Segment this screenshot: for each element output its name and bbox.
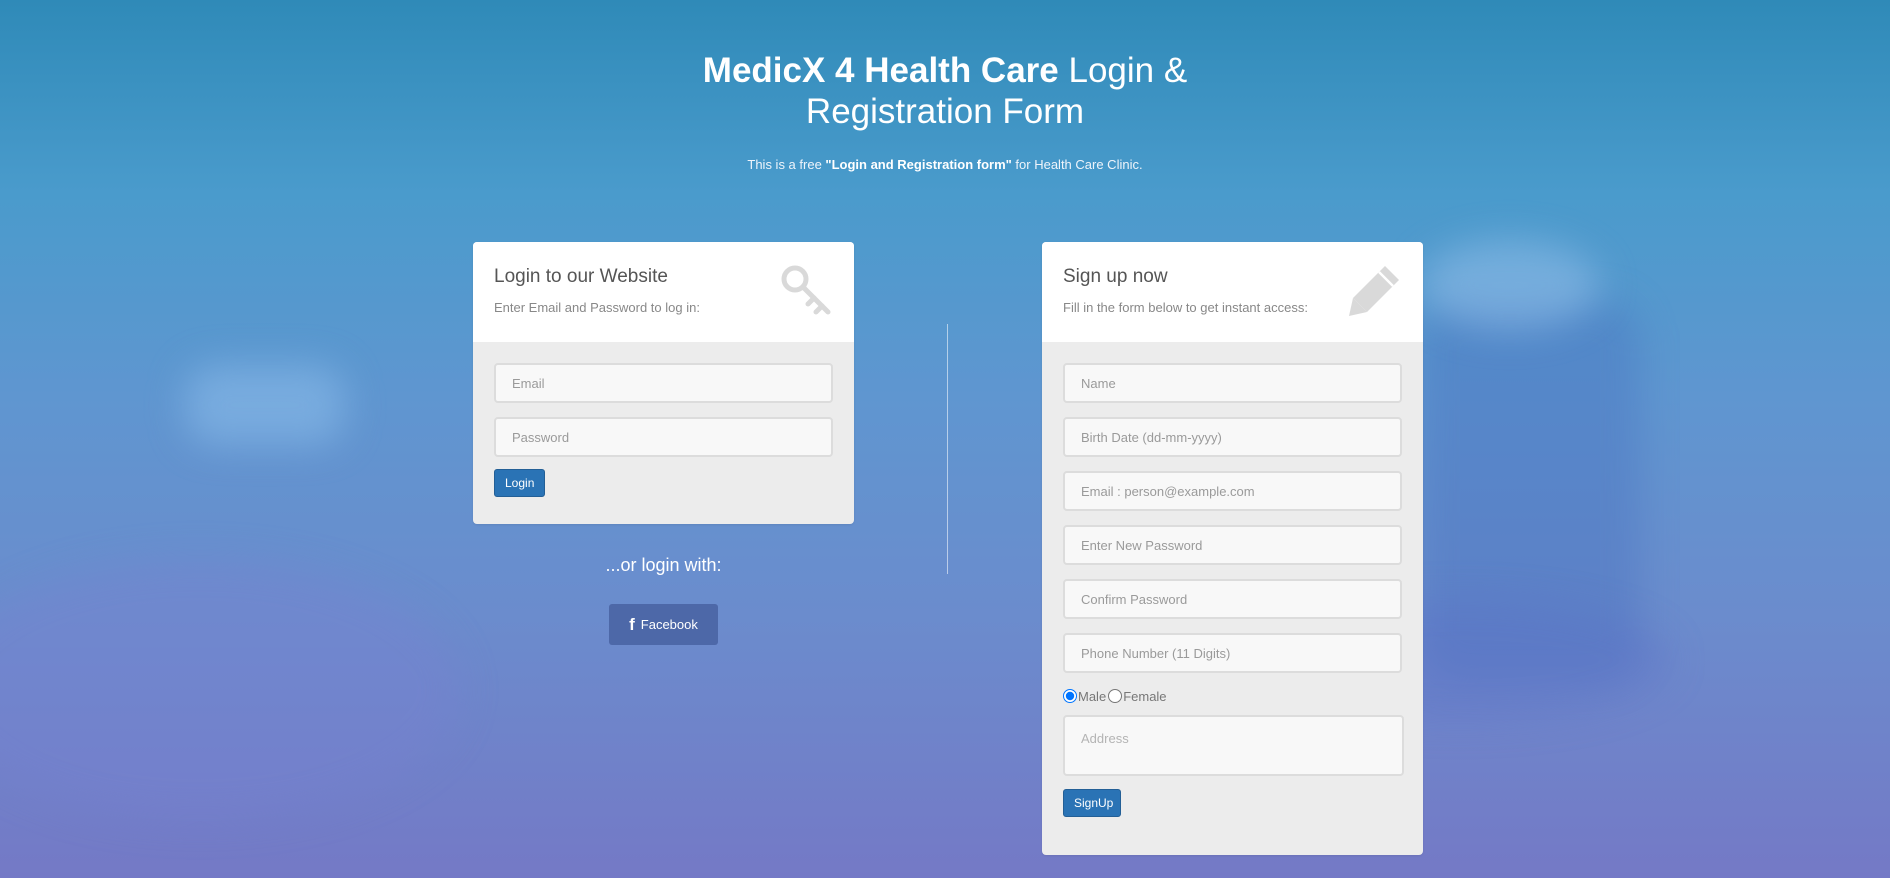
subtitle-text-end: for Health Care Clinic. xyxy=(1011,157,1143,172)
pencil-icon xyxy=(1349,266,1399,316)
login-form: Login xyxy=(473,342,854,497)
gender-female-label[interactable]: Female xyxy=(1123,689,1166,704)
signup-description: Fill in the form below to get instant ac… xyxy=(1063,300,1308,315)
login-button[interactable]: Login xyxy=(494,469,545,497)
page-subtitle: This is a free "Login and Registration f… xyxy=(0,157,1890,172)
gender-male-radio[interactable] xyxy=(1063,689,1077,703)
signup-button[interactable]: SignUp xyxy=(1063,789,1121,817)
page-header: MedicX 4 Health Care Login & Registratio… xyxy=(0,50,1890,172)
facebook-icon: f xyxy=(629,614,635,634)
gender-radio-group: Male Female xyxy=(1063,683,1402,709)
gender-female-radio[interactable] xyxy=(1108,689,1123,703)
signup-panel-header: Sign up now Fill in the form below to ge… xyxy=(1042,242,1423,342)
vertical-divider xyxy=(947,324,948,574)
confirm-password-input[interactable] xyxy=(1063,579,1402,619)
or-login-text: ...or login with: xyxy=(605,555,722,575)
signup-panel: Sign up now Fill in the form below to ge… xyxy=(1042,242,1423,855)
subtitle-emphasis: "Login and Registration form" xyxy=(825,157,1012,172)
password-input[interactable] xyxy=(494,417,833,457)
phone-input[interactable] xyxy=(1063,633,1402,673)
background-shape xyxy=(0,560,460,820)
email-input[interactable] xyxy=(494,363,833,403)
address-textarea[interactable] xyxy=(1063,715,1404,776)
key-icon xyxy=(781,265,831,315)
background-shape xyxy=(1420,240,1600,330)
brand-name: MedicX 4 Health Care xyxy=(702,51,1059,90)
login-description: Enter Email and Password to log in: xyxy=(494,300,700,315)
background-shape xyxy=(185,365,345,445)
new-password-input[interactable] xyxy=(1063,525,1402,565)
login-title: Login to our Website xyxy=(494,266,668,287)
signup-form: Male Female SignUp xyxy=(1042,342,1423,817)
name-input[interactable] xyxy=(1063,363,1402,403)
birth-date-input[interactable] xyxy=(1063,417,1402,457)
subtitle-text: This is a free xyxy=(747,157,826,172)
facebook-label: Facebook xyxy=(640,617,698,632)
background-shape xyxy=(1420,300,1640,680)
facebook-login-button[interactable]: f Facebook xyxy=(609,604,718,645)
login-panel-header: Login to our Website Enter Email and Pas… xyxy=(473,242,854,342)
login-panel: Login to our Website Enter Email and Pas… xyxy=(473,242,854,524)
gender-male-label[interactable]: Male xyxy=(1078,689,1106,704)
page-title: MedicX 4 Health Care Login & Registratio… xyxy=(635,50,1255,132)
signup-title: Sign up now xyxy=(1063,266,1168,287)
signup-email-input[interactable] xyxy=(1063,471,1402,511)
